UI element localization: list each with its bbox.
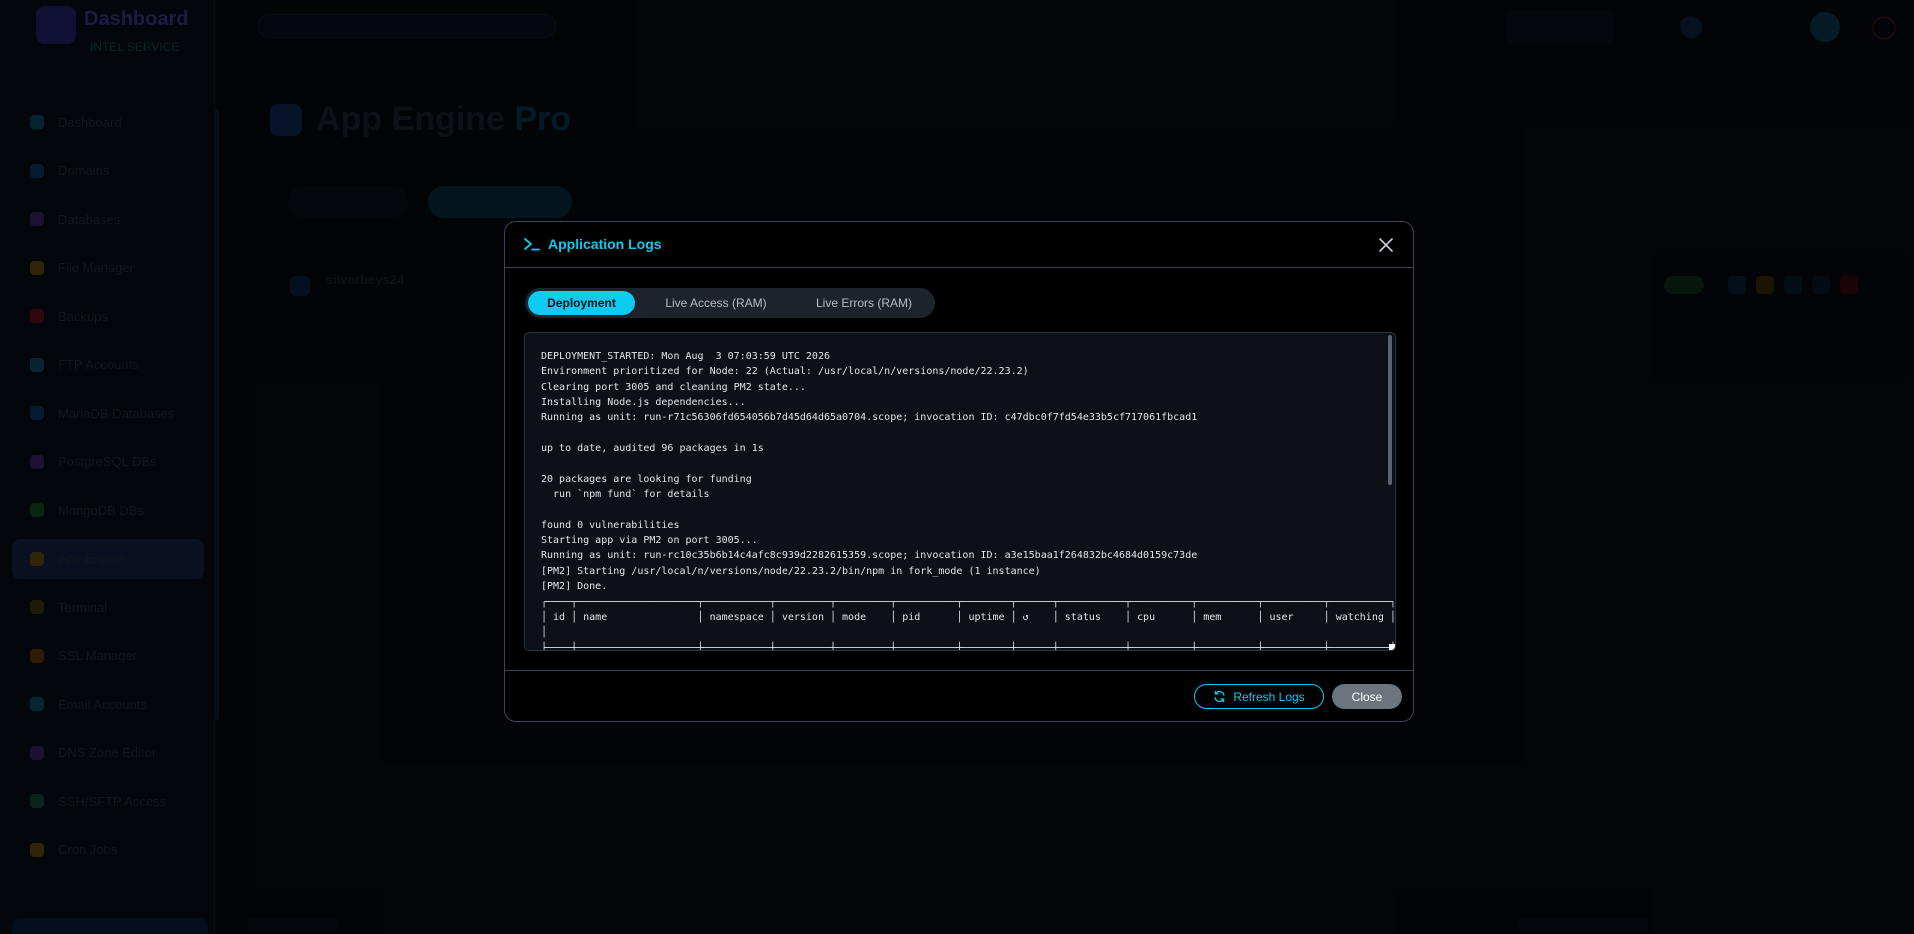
application-logs-modal: Application Logs Deployment Live Access … xyxy=(504,221,1414,722)
log-scrollbar[interactable] xyxy=(1388,335,1392,485)
close-icon[interactable] xyxy=(1375,234,1397,256)
terminal-icon xyxy=(524,238,540,251)
close-button[interactable]: Close xyxy=(1332,684,1402,709)
tab-live-errors[interactable]: Live Errors (RAM) xyxy=(797,291,931,315)
log-resize-handle[interactable] xyxy=(1389,644,1395,650)
log-tabs: Deployment Live Access (RAM) Live Errors… xyxy=(525,288,935,318)
refresh-icon xyxy=(1214,690,1225,703)
tab-live-access[interactable]: Live Access (RAM) xyxy=(649,291,783,315)
log-output[interactable]: DEPLOYMENT_STARTED: Mon Aug 3 07:03:59 U… xyxy=(524,332,1396,651)
log-text: DEPLOYMENT_STARTED: Mon Aug 3 07:03:59 U… xyxy=(541,351,1396,651)
modal-footer: Refresh Logs Close xyxy=(505,670,1413,721)
refresh-logs-button[interactable]: Refresh Logs xyxy=(1194,684,1324,709)
refresh-logs-label: Refresh Logs xyxy=(1233,689,1305,704)
tab-deployment[interactable]: Deployment xyxy=(528,291,635,315)
modal-title: Application Logs xyxy=(548,236,662,252)
modal-header: Application Logs xyxy=(505,222,1413,268)
